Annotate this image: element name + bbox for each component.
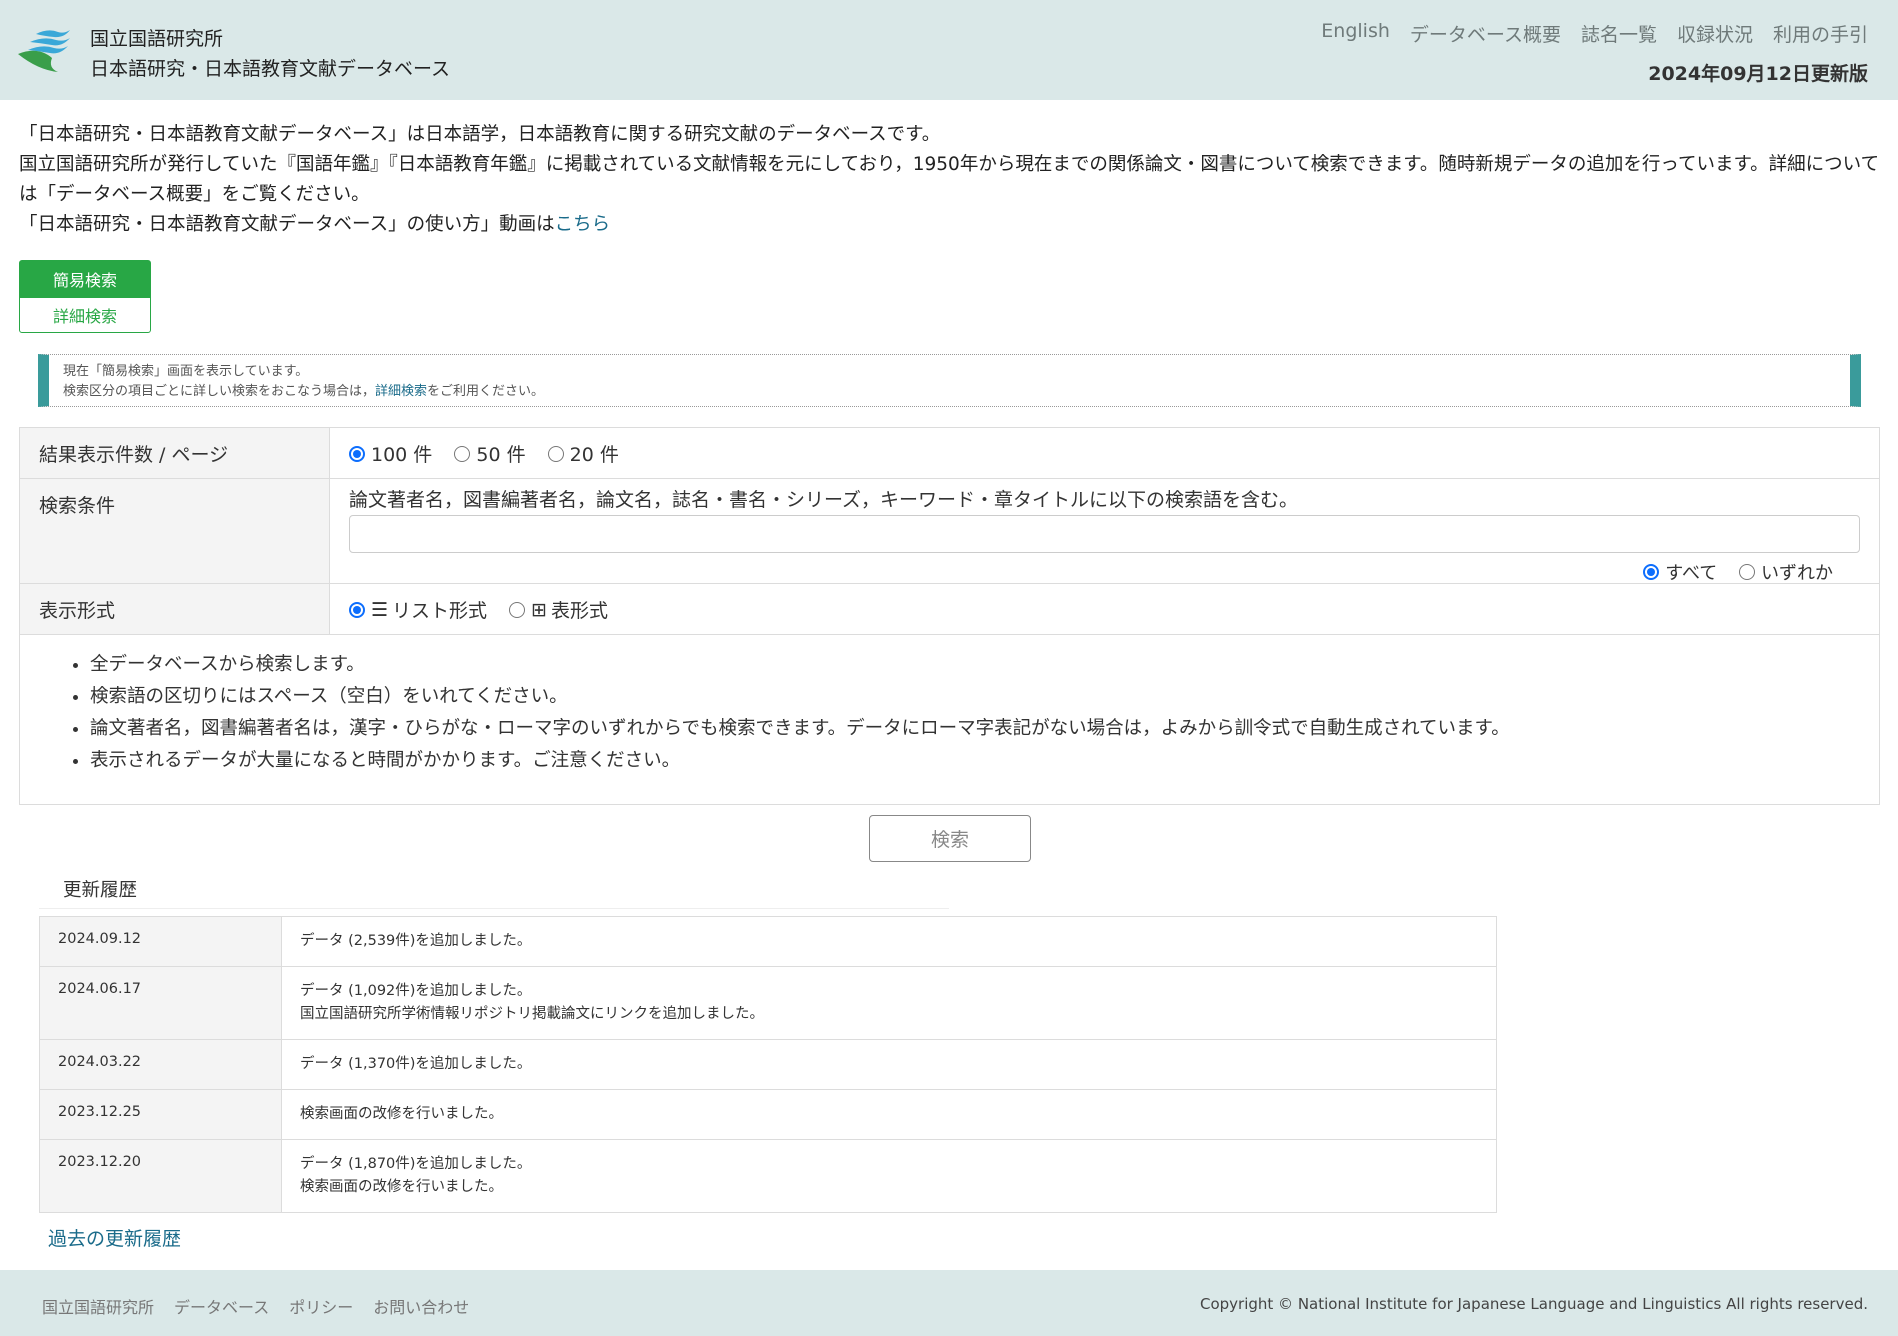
advanced-search-tab[interactable]: 詳細検索 — [19, 297, 151, 333]
format-row: 表示形式 ☰ リスト形式 ⊞ 表形式 — [20, 584, 1879, 635]
table-row: 2024.06.17 データ (1,092件)を追加しました。 国立国語研究所学術情… — [39, 966, 1497, 1040]
history-table: 2024.09.12 データ (2,539件)を追加しました。 2024.06.1… — [39, 916, 1497, 1213]
footer-link-contact[interactable]: お問い合わせ — [373, 1294, 469, 1318]
search-notes: 全データベースから検索します。 検索語の区切りにはスペース（空白）をいれてくださ… — [20, 635, 1879, 777]
note-item: 表示されるデータが大量になると時間がかかります。ご注意ください。 — [90, 745, 1879, 777]
intro-video-text: 「日本語研究・日本語教育文献データベース」の使い方」動画は — [19, 214, 555, 235]
per-page-20-radio[interactable]: 20 件 — [547, 440, 619, 467]
intro-line: 「日本語研究・日本語教育文献データベース」は日本語学，日本語教育に関する研究文献… — [19, 124, 941, 145]
per-page-label: 結果表示件数 / ページ — [20, 428, 330, 478]
radio-label: 50 件 — [476, 444, 526, 466]
video-link[interactable]: こちら — [555, 214, 611, 235]
header: 国立国語研究所 日本語研究・日本語教育文献データベース English データベ… — [0, 0, 1898, 100]
divider — [39, 908, 949, 909]
history-text: 検索画面の改修を行いました。 — [281, 1089, 1497, 1140]
per-page-50-radio[interactable]: 50 件 — [454, 440, 526, 467]
nav-guide[interactable]: 利用の手引 — [1773, 20, 1868, 47]
nav-coverage[interactable]: 収録状況 — [1677, 20, 1753, 47]
nav-english[interactable]: English — [1321, 20, 1390, 47]
notice-text: をご利用ください。 — [427, 384, 545, 399]
radio-label: 100 件 — [371, 444, 433, 466]
history-date: 2024.03.22 — [39, 1039, 282, 1090]
list-icon: ☰ — [371, 598, 389, 621]
history-date: 2023.12.20 — [39, 1139, 282, 1213]
history-date: 2023.12.25 — [39, 1089, 282, 1140]
notice-text: 検索区分の項目ごとに詳しい検索をおこなう場合は， — [63, 384, 376, 399]
history-text: データ (1,092件)を追加しました。 国立国語研究所学術情報リポジトリ掲載論文… — [281, 966, 1497, 1040]
table-row: 2024.03.22 データ (1,370件)を追加しました。 — [39, 1039, 1497, 1090]
radio-label: すべて — [1665, 563, 1718, 584]
notice-line: 検索区分の項目ごとに詳しい検索をおこなう場合は，詳細検索をご利用ください。 — [63, 382, 1836, 402]
condition-label: 検索条件 — [20, 479, 330, 583]
past-history-link[interactable]: 過去の更新履歴 — [48, 1224, 181, 1251]
notice-line: 現在「簡易検索」画面を表示しています。 — [63, 364, 309, 379]
scope-any-radio[interactable]: いずれか — [1739, 559, 1833, 585]
search-input[interactable] — [349, 515, 1860, 553]
table-icon: ⊞ — [531, 598, 548, 621]
note-item: 全データベースから検索します。 — [90, 649, 1879, 681]
per-page-100-radio[interactable]: 100 件 — [349, 440, 432, 467]
notice-box: 現在「簡易検索」画面を表示しています。 検索区分の項目ごとに詳しい検索をおこなう… — [38, 354, 1861, 407]
intro-line: 国立国語研究所が発行していた『国語年鑑』『日本語教育年鑑』に掲載されている文献情… — [19, 154, 1880, 205]
radio-label: いずれか — [1761, 563, 1833, 584]
per-page-row: 結果表示件数 / ページ 100 件 50 件 20 件 — [20, 428, 1879, 479]
search-form: 結果表示件数 / ページ 100 件 50 件 20 件 検索条件 論文著者名，… — [19, 427, 1880, 805]
radio-label: 20 件 — [569, 444, 619, 466]
intro-text: 「日本語研究・日本語教育文献データベース」は日本語学，日本語教育に関する研究文献… — [19, 120, 1881, 240]
scope-all-radio[interactable]: すべて — [1643, 559, 1717, 585]
org-name[interactable]: 国立国語研究所 — [90, 24, 223, 51]
radio-label: 表形式 — [551, 600, 609, 622]
table-row: 2023.12.25 検索画面の改修を行いました。 — [39, 1089, 1497, 1140]
note-item: 論文著者名，図書編著者名は，漢字・ひらがな・ローマ字のいずれからでも検索できます… — [90, 713, 1879, 745]
condition-description: 論文著者名，図書編著者名，論文名，誌名・書名・シリーズ，キーワード・章タイトルに… — [349, 489, 1299, 511]
history-text: データ (1,870件)を追加しました。 検索画面の改修を行いました。 — [281, 1139, 1497, 1213]
advanced-search-link[interactable]: 詳細検索 — [375, 384, 427, 399]
update-version: 2024年09月12日更新版 — [1648, 63, 1868, 85]
search-button[interactable]: 検索 — [869, 815, 1031, 862]
format-label: 表示形式 — [20, 584, 330, 634]
history-text: データ (2,539件)を追加しました。 — [281, 916, 1497, 967]
site-title[interactable]: 日本語研究・日本語教育文献データベース — [90, 54, 450, 81]
nav-journal-list[interactable]: 誌名一覧 — [1581, 20, 1657, 47]
history-date: 2024.09.12 — [39, 916, 282, 967]
top-nav: English データベース概要 誌名一覧 収録状況 利用の手引 — [1321, 20, 1868, 47]
ninjal-logo-icon[interactable] — [18, 28, 72, 72]
format-list-radio[interactable]: ☰ リスト形式 — [349, 596, 487, 623]
copyright: Copyright © National Institute for Japan… — [1200, 1295, 1868, 1313]
table-row: 2023.12.20 データ (1,870件)を追加しました。 検索画面の改修を行い… — [39, 1139, 1497, 1213]
simple-search-tab[interactable]: 簡易検索 — [19, 260, 151, 297]
footer-link-ninjal[interactable]: 国立国語研究所 — [42, 1294, 154, 1318]
footer-link-policy[interactable]: ポリシー — [289, 1294, 353, 1318]
intro-line: 「日本語研究・日本語教育文献データベース」の使い方」動画はこちら — [19, 210, 1881, 240]
table-row: 2024.09.12 データ (2,539件)を追加しました。 — [39, 916, 1497, 967]
nav-overview[interactable]: データベース概要 — [1410, 20, 1561, 47]
history-title: 更新履歴 — [63, 880, 138, 901]
footer-link-database[interactable]: データベース — [174, 1294, 269, 1318]
radio-label: リスト形式 — [392, 600, 488, 622]
note-item: 検索語の区切りにはスペース（空白）をいれてください。 — [90, 681, 1879, 713]
condition-row: 検索条件 論文著者名，図書編著者名，論文名，誌名・書名・シリーズ，キーワード・章… — [20, 479, 1879, 584]
history-date: 2024.06.17 — [39, 966, 282, 1040]
footer-links: 国立国語研究所 データベース ポリシー お問い合わせ — [42, 1294, 469, 1318]
format-table-radio[interactable]: ⊞ 表形式 — [509, 596, 608, 623]
history-text: データ (1,370件)を追加しました。 — [281, 1039, 1497, 1090]
